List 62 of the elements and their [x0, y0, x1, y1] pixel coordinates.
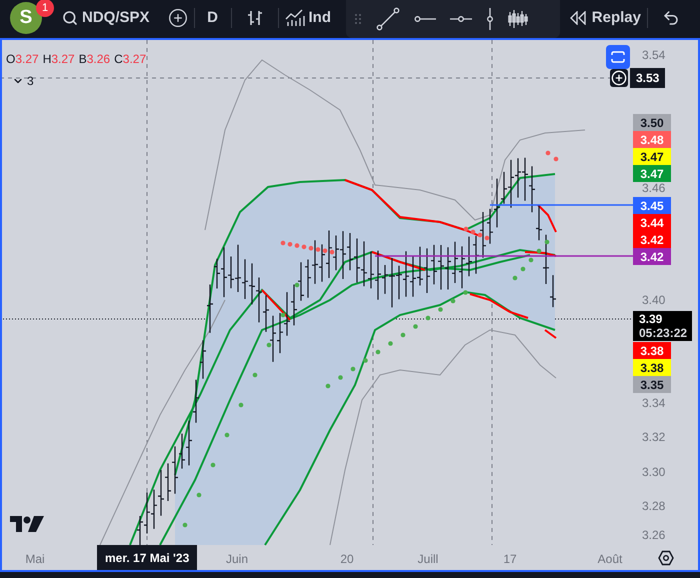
- replay-button[interactable]: Replay: [570, 4, 641, 32]
- symbol-search-button[interactable]: NDQ/SPX: [60, 4, 152, 32]
- band-line-segment: [470, 293, 528, 319]
- price-badge: 3.50: [633, 114, 671, 131]
- price-axis-label: 3.34: [642, 396, 666, 410]
- price-axis-label: 3.40: [642, 293, 666, 307]
- horizontal-line-icon[interactable]: [450, 15, 472, 23]
- band-line-segment: [261, 289, 291, 321]
- auto-scale-button[interactable]: [606, 45, 630, 69]
- time-axis-label: Août: [598, 551, 622, 568]
- chart-growth-icon: [284, 9, 305, 27]
- drag-handle-icon[interactable]: [354, 13, 362, 25]
- band-line-segment: [544, 329, 557, 339]
- chart-logo-icon: [10, 516, 44, 532]
- trend-line-icon[interactable]: [376, 7, 400, 31]
- ohlc-value: C3.27: [114, 51, 146, 68]
- search-icon: [62, 10, 78, 26]
- time-axis-label: Mai: [25, 551, 45, 568]
- ohlc-value: H3.27: [42, 51, 75, 68]
- vertical-line-icon[interactable]: [486, 8, 494, 30]
- time-axis-label: 17: [503, 551, 517, 568]
- interval-button[interactable]: D: [200, 4, 225, 32]
- time-axis-label: Juin: [226, 551, 248, 568]
- price-badge: 3.44: [633, 214, 671, 231]
- settings-icon[interactable]: [658, 550, 674, 566]
- horizontal-ray-icon[interactable]: [414, 15, 436, 23]
- ohlc-value: O3.27: [6, 51, 39, 68]
- price-badge: 3.42: [633, 248, 671, 265]
- price-badge: 3.48: [633, 131, 671, 148]
- add-icon[interactable]: [610, 69, 628, 87]
- add-symbol-icon[interactable]: [168, 8, 188, 28]
- price-axis-label: 3.54: [642, 48, 666, 62]
- time-axis-label: Juill: [418, 551, 438, 568]
- band-line-segment: [524, 251, 556, 257]
- candlestick-icon[interactable]: [508, 9, 528, 29]
- last-price-value: 3.39: [639, 312, 664, 326]
- price-axis-label: 3.46: [642, 181, 666, 195]
- band-line-segment: [537, 204, 557, 232]
- indicators-button[interactable]: Ind: [284, 4, 332, 32]
- collapse-indicators-button[interactable]: 3: [12, 72, 34, 90]
- fit-screen-icon: [611, 51, 625, 63]
- price-badge: 3.47: [633, 165, 671, 182]
- crosshair-date-label: mer. 17 Mai '23: [97, 545, 198, 570]
- crosshair-price-label: 3.53: [630, 68, 666, 88]
- price-badge: 3.45: [633, 197, 671, 214]
- notification-badge: 1: [36, 0, 54, 17]
- rewind-icon: [570, 11, 586, 25]
- price-axis-label: 3.28: [642, 499, 666, 513]
- price-axis-label: 3.26: [642, 528, 666, 542]
- undo-icon[interactable]: [662, 9, 680, 27]
- bar-chart-style-icon[interactable]: [246, 9, 264, 27]
- time-axis-label: 20: [340, 551, 354, 568]
- price-badge: 3.47: [633, 148, 671, 165]
- price-badge: 3.38: [633, 359, 671, 376]
- band-line-segment: [372, 251, 426, 271]
- ohlc-value: B3.26: [78, 51, 110, 68]
- price-badge: 3.42: [633, 231, 671, 248]
- price-badge: 3.35: [633, 376, 671, 393]
- price-axis-label: 3.32: [642, 430, 666, 444]
- price-axis-label: 3.30: [642, 465, 666, 479]
- price-badge: 3.38: [633, 342, 671, 359]
- bar-countdown: 05:23:22: [639, 326, 686, 340]
